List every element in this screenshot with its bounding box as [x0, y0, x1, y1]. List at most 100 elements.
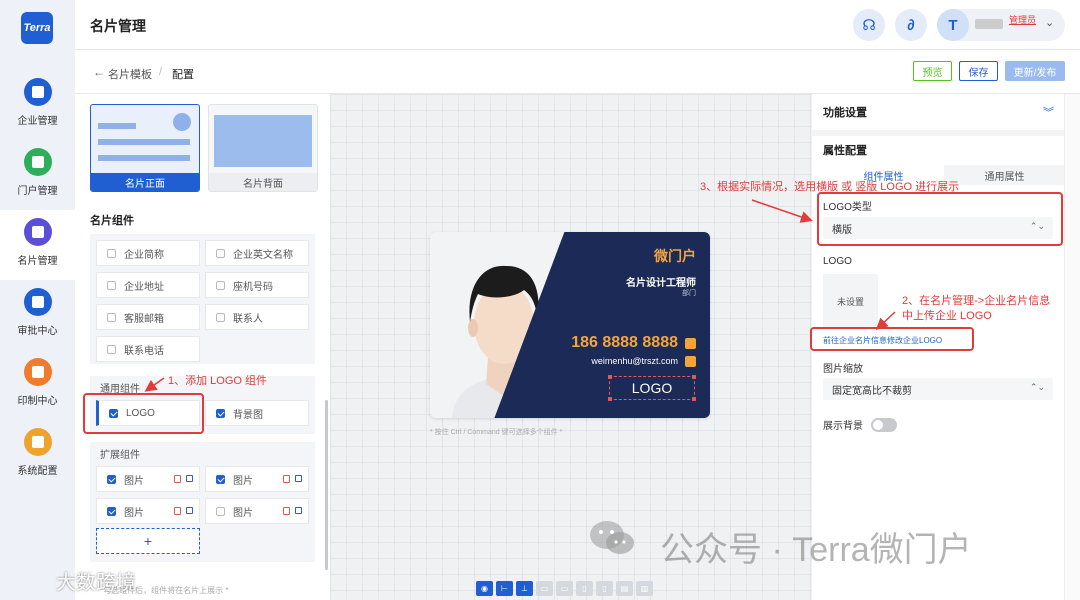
canvas-toolbar: ◉ ⊢ ⊥ ▭ ▭ ▯ ▯ ▤ ▥: [476, 581, 653, 596]
extension-components-title: 扩展组件: [100, 450, 140, 461]
component-item[interactable]: 企业英文名称: [205, 240, 309, 266]
card-company[interactable]: 微门户: [654, 246, 696, 266]
resize-handle[interactable]: [608, 375, 612, 379]
card-job-title[interactable]: 名片设计工程师: [626, 274, 696, 289]
copy-icon[interactable]: [186, 507, 193, 514]
resize-handle[interactable]: [608, 397, 612, 401]
preview-button[interactable]: 预览: [913, 61, 952, 81]
top-header: 名片管理 ☊ ∂ T 管理员 ⌄: [75, 0, 1080, 50]
logo-upload-box[interactable]: 未设置: [823, 274, 878, 329]
approval-icon: [23, 288, 52, 316]
nav-label: 系统配置: [17, 466, 58, 477]
align-left-icon[interactable]: ▯: [576, 581, 593, 596]
function-settings-title[interactable]: 功能设置: [823, 104, 867, 120]
distribute-icon[interactable]: ▤: [616, 581, 633, 596]
double-chevron-down-icon[interactable]: ︾: [1043, 104, 1054, 120]
annotation-box-logo-component: [83, 393, 204, 434]
copy-icon[interactable]: [186, 475, 193, 482]
publish-button[interactable]: 更新/发布: [1005, 61, 1065, 81]
visibility-icon[interactable]: ◉: [476, 581, 493, 596]
card-logo-component[interactable]: LOGO: [608, 375, 696, 401]
component-item[interactable]: 企业简称: [96, 240, 200, 266]
breadcrumb-bar: ← 名片模板 / 配置 预览 保存 更新/发布: [75, 50, 1080, 94]
align-center-icon[interactable]: ⊥: [516, 581, 533, 596]
nav-label: 名片管理: [17, 256, 58, 267]
mail-icon: [685, 356, 696, 367]
left-nav: Terra 企业管理 门户管理 名片管理 审批中心 印制中心 系统配置: [0, 0, 75, 600]
breadcrumb-parent[interactable]: 名片模板: [108, 66, 152, 82]
background-component-item[interactable]: 背景图: [205, 400, 309, 426]
show-background-toggle[interactable]: [871, 418, 897, 432]
component-item[interactable]: 客服邮箱: [96, 304, 200, 330]
annotation-box-logo-link: [810, 327, 974, 351]
user-role: 管理员: [1009, 15, 1037, 25]
copy-icon[interactable]: [295, 507, 302, 514]
annotation-box-logo-type: [817, 192, 1063, 246]
portal-icon: [23, 148, 52, 176]
left-scrollbar[interactable]: [325, 400, 328, 570]
wechat-watermark: 公众号 · Terra微门户: [660, 531, 972, 569]
image-component-item[interactable]: 图片: [205, 498, 309, 524]
back-arrow-icon[interactable]: ←: [93, 65, 105, 79]
card-email[interactable]: weimenhu@trszt.com: [591, 356, 678, 366]
distribute-icon[interactable]: ▥: [636, 581, 653, 596]
delete-icon[interactable]: [283, 507, 290, 515]
template-back[interactable]: 名片背面: [208, 104, 318, 192]
image-scale-label: 图片缩放: [823, 364, 863, 375]
nav-label: 门户管理: [17, 186, 58, 197]
business-card-preview[interactable]: 微门户 名片设计工程师 部门 186 8888 8888 weimenhu@tr…: [430, 232, 710, 418]
card-icon: [23, 218, 52, 246]
copy-icon[interactable]: [295, 475, 302, 482]
select-arrows-icon: ⌃⌄: [1029, 382, 1045, 392]
app-logo[interactable]: Terra: [21, 12, 53, 44]
user-menu[interactable]: T 管理员 ⌄: [937, 9, 1065, 41]
card-department[interactable]: 部门: [682, 288, 696, 298]
annotation-step-1: 1、添加 LOGO 组件: [168, 375, 268, 387]
card-phone[interactable]: 186 8888 8888: [571, 334, 678, 352]
component-item[interactable]: 企业地址: [96, 272, 200, 298]
support-icon[interactable]: ☊: [853, 9, 885, 41]
delete-icon[interactable]: [174, 475, 181, 483]
nav-item-card[interactable]: 名片管理: [0, 210, 75, 280]
card-logo-text: LOGO: [631, 380, 673, 396]
nav-item-portal[interactable]: 门户管理: [0, 140, 75, 210]
resize-handle[interactable]: [692, 375, 696, 379]
align-top-icon[interactable]: ▭: [536, 581, 553, 596]
delete-icon[interactable]: [283, 475, 290, 483]
component-item[interactable]: 联系电话: [96, 336, 200, 362]
nav-label: 审批中心: [17, 326, 58, 337]
right-scrollbar[interactable]: [1064, 94, 1080, 600]
avatar: T: [937, 9, 969, 41]
breadcrumb-current: 配置: [172, 69, 194, 81]
add-component-button[interactable]: +: [96, 528, 200, 554]
align-vertical-icon[interactable]: ⊢: [496, 581, 513, 596]
image-scale-select[interactable]: 固定宽高比不裁剪 ⌃⌄: [823, 378, 1053, 400]
nav-label: 印制中心: [17, 396, 58, 407]
annotation-step-3: 3、根据实际情况，选用横版 或 竖版 LOGO 进行展示: [700, 181, 960, 193]
user-name-blurred: [975, 19, 1003, 29]
align-bottom-icon[interactable]: ▭: [556, 581, 573, 596]
nav-item-print[interactable]: 印制中心: [0, 350, 75, 420]
resize-handle[interactable]: [692, 397, 696, 401]
component-item[interactable]: 联系人: [205, 304, 309, 330]
link-icon[interactable]: ∂: [895, 9, 927, 41]
component-panel: 名片正面 名片背面 名片组件 企业简称 企业英文名称 企业地址 座机号码 客服邮…: [75, 94, 330, 600]
align-right-icon[interactable]: ▯: [596, 581, 613, 596]
template-front-label: 名片正面: [91, 173, 199, 191]
nav-item-settings[interactable]: 系统配置: [0, 420, 75, 490]
image-component-item[interactable]: 图片: [96, 498, 200, 524]
template-front[interactable]: 名片正面: [90, 104, 200, 192]
annotation-step-2-line1: 2、在名片管理->企业名片信息: [902, 295, 1051, 307]
annotation-step-2-line2: 中上传企业 LOGO: [902, 310, 992, 322]
delete-icon[interactable]: [174, 507, 181, 515]
image-component-item[interactable]: 图片: [96, 466, 200, 492]
save-button[interactable]: 保存: [959, 61, 998, 81]
wechat-icon: [590, 521, 634, 554]
logo-label: LOGO: [823, 256, 852, 267]
nav-item-enterprise[interactable]: 企业管理: [0, 70, 75, 140]
component-item[interactable]: 座机号码: [205, 272, 309, 298]
image-component-item[interactable]: 图片: [205, 466, 309, 492]
tab-common-attrs[interactable]: 通用属性: [944, 165, 1065, 185]
nav-item-approval[interactable]: 审批中心: [0, 280, 75, 350]
template-back-label: 名片背面: [209, 173, 317, 191]
